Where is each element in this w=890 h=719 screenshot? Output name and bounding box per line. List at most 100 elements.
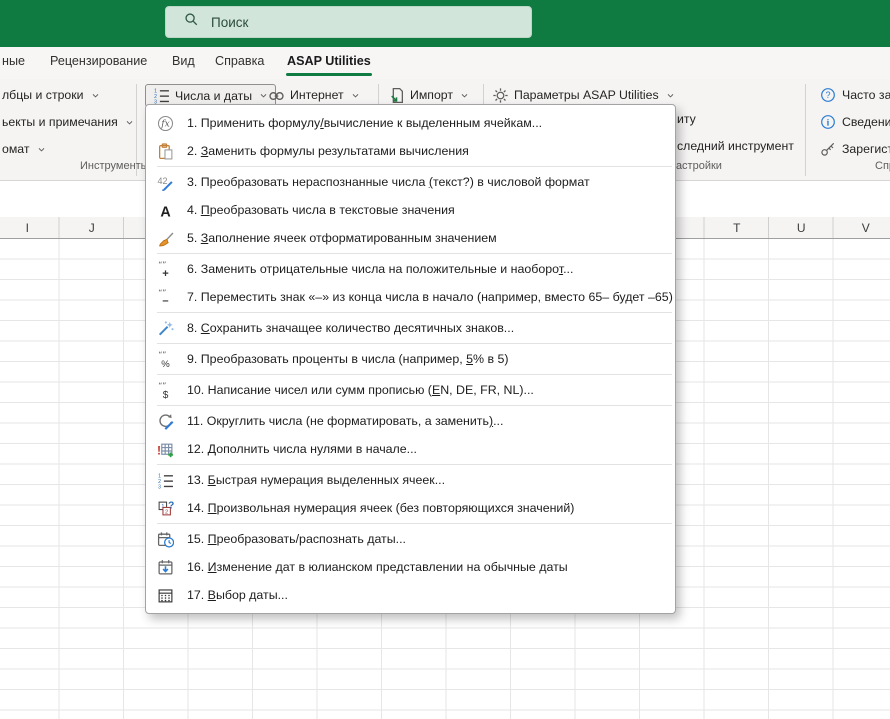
ribbon-button-параметры-asap-utilities[interactable]: Параметры ASAP Utilities xyxy=(492,84,675,106)
ribbon-tab-bar: ные Рецензирование Вид Справка ASAP Utilitie… xyxy=(0,47,890,79)
menu-item-label: 10. Написание чисел или сумм прописью (E… xyxy=(187,383,534,397)
group-separator xyxy=(805,84,806,176)
column-header-U[interactable]: U xyxy=(769,217,834,238)
tab-r0[interactable]: ные xyxy=(2,54,25,68)
chevron-down-icon xyxy=(37,145,46,154)
key-icon xyxy=(820,141,837,158)
menu-item-label: 3. Преобразовать нераспознанные числа (т… xyxy=(187,175,590,189)
menu-item-13[interactable]: 1 2 3 13. Быстрая нумерация выделенных ячее… xyxy=(146,466,675,494)
numbers-dates-dropdown-menu: fx 1. Применить формулу/вычисление к выде… xyxy=(145,104,676,614)
svg-text:A: A xyxy=(160,204,170,219)
random-number-icon: 12? xyxy=(155,499,175,517)
menu-item-label: 11. Округлить числа (не форматировать, а… xyxy=(187,414,504,428)
quotes-minus-icon: “” – xyxy=(155,288,175,306)
column-header-V[interactable]: V xyxy=(834,217,890,238)
menu-item-14[interactable]: 12? 14. Произвольная нумерация ячеек (без… xyxy=(146,494,675,522)
ribbon-button-help-1[interactable]: iСведения xyxy=(820,111,890,133)
import-icon xyxy=(388,87,405,104)
menu-item-8[interactable]: 8. Сохранить значащее количество десятич… xyxy=(146,314,675,342)
menu-item-label: 1. Применить формулу/вычисление к выделе… xyxy=(187,116,543,130)
covered-button-fragment-0[interactable]: иту xyxy=(677,112,696,126)
menu-item-1[interactable]: fx 1. Применить формулу/вычисление к выде… xyxy=(146,109,675,137)
calendar-julian-icon xyxy=(155,558,175,576)
menu-item-5[interactable]: 5. Заполнение ячеек отформатированным зн… xyxy=(146,224,675,252)
covered-button-fragment-1[interactable]: следний инструмент xyxy=(677,139,794,153)
chevron-down-icon xyxy=(91,91,100,100)
ribbon-button-help-2[interactable]: Зарегистр xyxy=(820,138,890,160)
menu-item-7[interactable]: “” – 7. Переместить знак «–» из конца числ… xyxy=(146,283,675,311)
svg-text:!: ! xyxy=(157,443,161,457)
menu-separator xyxy=(157,523,672,524)
menu-item-16[interactable]: 16. Изменение дат в юлианском представле… xyxy=(146,553,675,581)
menu-separator xyxy=(157,405,672,406)
menu-separator xyxy=(157,312,672,313)
quotes-percent-icon: “”% xyxy=(155,350,175,368)
menu-item-label: 14. Произвольная нумерация ячеек (без по… xyxy=(187,501,575,515)
gear-icon xyxy=(492,87,509,104)
menu-item-label: 13. Быстрая нумерация выделенных ячеек..… xyxy=(187,473,446,487)
svg-text:?: ? xyxy=(825,90,830,100)
search-placeholder: Поиск xyxy=(211,14,249,30)
brush-icon xyxy=(155,229,175,247)
ribbon-button-интернет[interactable]: Интернет xyxy=(268,84,360,106)
column-header-I[interactable]: I xyxy=(0,217,60,238)
clipboard-icon xyxy=(155,142,175,160)
svg-text:fx: fx xyxy=(160,119,169,129)
column-header-J[interactable]: J xyxy=(60,217,125,238)
menu-item-label: 5. Заполнение ячеек отформатированным зн… xyxy=(187,231,497,245)
ribbon-button-импорт[interactable]: Импорт xyxy=(388,84,469,106)
tab-asap-utilities[interactable]: ASAP Utilities xyxy=(286,54,372,76)
round-pencil-icon xyxy=(155,412,175,430)
title-bar: Поиск xyxy=(0,0,890,47)
fx-circle-icon: fx xyxy=(155,114,175,132)
menu-item-3[interactable]: 42 3. Преобразовать нераспознанные числа … xyxy=(146,168,675,196)
menu-item-2[interactable]: 2. Заменить формулы результатами вычисле… xyxy=(146,137,675,165)
menu-item-15[interactable]: 15. Преобразовать/распознать даты... xyxy=(146,525,675,553)
menu-item-label: 16. Изменение дат в юлианском представле… xyxy=(187,560,568,574)
menu-item-label: 7. Переместить знак «–» из конца числа в… xyxy=(187,290,673,304)
svg-text:42: 42 xyxy=(157,176,167,186)
svg-text:?: ? xyxy=(168,500,174,511)
menu-item-6[interactable]: “” + 6. Заменить отрицательные числа на по… xyxy=(146,255,675,283)
menu-item-label: 9. Преобразовать проценты в числа (напри… xyxy=(187,352,509,366)
quotes-plus-icon: “” + xyxy=(155,260,175,278)
menu-separator xyxy=(157,374,672,375)
menu-item-11[interactable]: 11. Округлить числа (не форматировать, а… xyxy=(146,407,675,435)
menu-separator xyxy=(157,253,672,254)
menu-item-10[interactable]: “” $ 10. Написание чисел или сумм прописью… xyxy=(146,376,675,404)
ribbon-button-left-2[interactable]: омат xyxy=(2,138,46,160)
ribbon-button-help-0[interactable]: ?Часто зад xyxy=(820,84,890,106)
group-label-settings: Настройки xyxy=(668,160,722,172)
group-label-help: Справка xyxy=(875,160,890,172)
search-input[interactable]: Поиск xyxy=(165,6,532,38)
menu-item-17[interactable]: 17. Выбор даты... xyxy=(146,581,675,609)
ribbon-button-left-0[interactable]: лбцы и строки xyxy=(2,84,100,106)
svg-text:+: + xyxy=(162,267,169,277)
help-circle-icon: ? xyxy=(820,87,837,104)
menu-item-label: 8. Сохранить значащее количество десятич… xyxy=(187,321,515,335)
letter-a-icon: A xyxy=(155,201,175,219)
tab-r1[interactable]: Рецензирование xyxy=(50,54,147,68)
tab-r2[interactable]: Вид xyxy=(172,54,195,68)
excel-window: Поиск ные Рецензирование Вид Справка ASAP Ut… xyxy=(0,0,890,719)
tab-r3[interactable]: Справка xyxy=(215,54,264,68)
svg-text:i: i xyxy=(827,118,830,128)
menu-item-12[interactable]: ! 12. Дополнить числа нулями в начале... xyxy=(146,435,675,463)
menu-item-9[interactable]: “”% 9. Преобразовать проценты в числа (на… xyxy=(146,345,675,373)
column-header-T[interactable]: T xyxy=(705,217,770,238)
menu-item-label: 6. Заменить отрицательные числа на полож… xyxy=(187,262,574,276)
svg-text:–: – xyxy=(162,294,168,305)
ribbon-button-left-1[interactable]: ьекты и примечания xyxy=(2,111,134,133)
calendar-icon xyxy=(155,586,175,604)
menu-item-4[interactable]: A 4. Преобразовать числа в текстовые знач… xyxy=(146,196,675,224)
menu-item-label: 15. Преобразовать/распознать даты... xyxy=(187,532,406,546)
chevron-down-icon xyxy=(460,91,469,100)
menu-item-label: 12. Дополнить числа нулями в начале... xyxy=(187,442,417,456)
svg-text:3: 3 xyxy=(158,484,161,489)
calendar-convert-icon xyxy=(155,530,175,548)
chevron-down-icon xyxy=(125,118,134,127)
menu-item-label: 4. Преобразовать числа в текстовые значе… xyxy=(187,203,455,217)
chevron-down-icon xyxy=(351,91,360,100)
chevron-down-icon xyxy=(666,91,675,100)
menu-separator xyxy=(157,343,672,344)
